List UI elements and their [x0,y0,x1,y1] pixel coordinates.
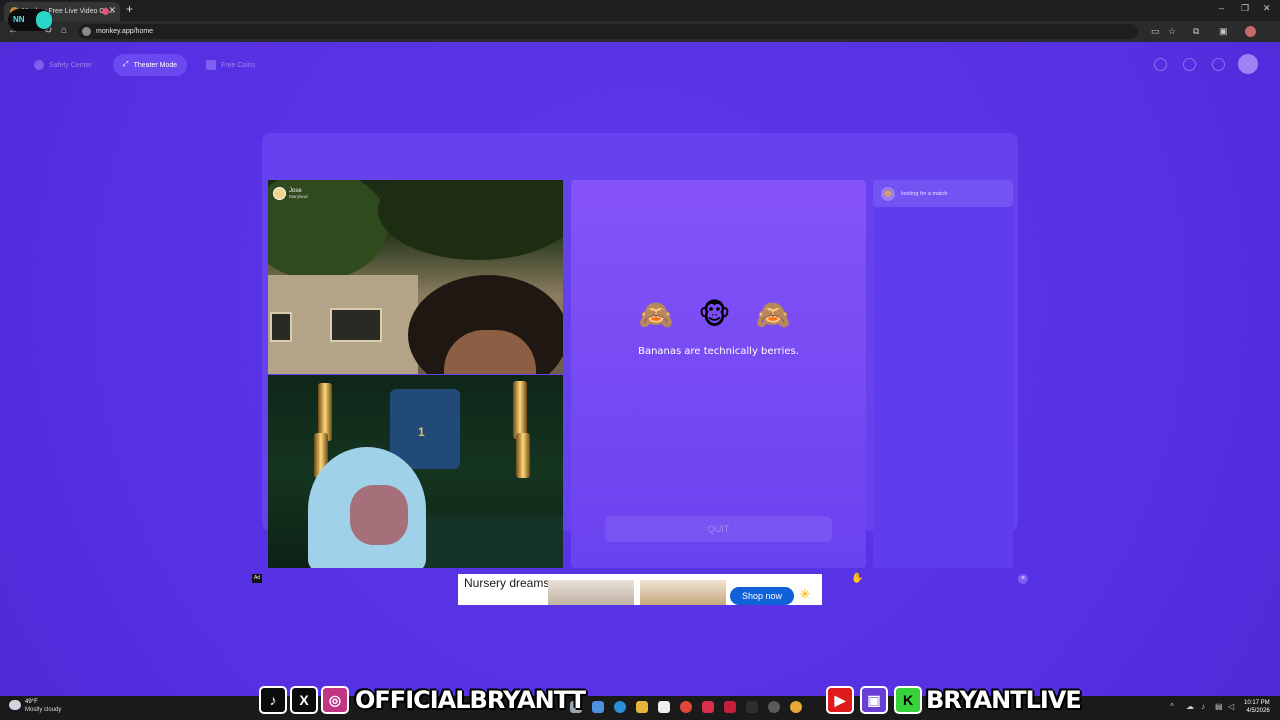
walmart-spark-icon: ✳ [799,586,811,602]
ad-product-image [640,580,726,605]
extensions-icon[interactable]: ⧉ [1193,26,1199,37]
maximize-icon[interactable]: ❐ [1241,3,1249,14]
expand-icon: ⤢ [123,61,129,68]
free-coins-button[interactable]: Free Coins [196,54,265,76]
monkey-emoji-icons: 🙈 🐵 🙈 [638,298,799,331]
tab-close-icon[interactable]: ✕ [108,5,116,16]
edge-icon[interactable] [614,701,626,713]
side-panel-icon[interactable]: ▣ [1219,26,1228,37]
framed-jersey [390,389,460,469]
mic-tray-icon[interactable]: ♪ [1201,702,1205,711]
clock-time: 10:17 PM [1244,700,1270,706]
adobe-icon[interactable] [724,701,736,713]
right-social-handle: BRYANTLIVE [926,686,1082,714]
safety-center-label: Safety Center [49,61,92,69]
minimize-icon[interactable]: – [1219,3,1224,13]
ad-badge: Ad [252,574,262,583]
home-icon[interactable]: ⌂ [61,25,67,36]
shield-icon [34,60,44,70]
url-text: monkey.app/home [96,28,154,35]
remote-video [268,180,563,374]
monkey-icon: 🐵 [881,186,895,201]
fun-fact-text: Bananas are technically berries. [638,346,799,357]
remote-user-badge: Jose Maryland [273,185,308,201]
url-field[interactable]: monkey.app/home [78,24,1138,39]
coin-icon[interactable] [1154,58,1167,71]
install-app-icon[interactable]: ▭ [1151,26,1160,37]
file-explorer-icon[interactable] [636,701,648,713]
wall-lamp [516,433,530,478]
calendar-icon[interactable] [658,701,670,713]
widgets-icon[interactable] [592,701,604,713]
building-window [270,312,292,342]
nn-logo-icon: NN [13,15,25,24]
wall-lamp [513,381,527,439]
quit-button[interactable]: QUIT [605,516,832,542]
sofa [418,515,563,568]
ad-banner[interactable]: Nursery dreams, Shop now ✳ [458,574,822,605]
shop-now-button[interactable]: Shop now [730,587,794,605]
new-tab-icon[interactable]: + [126,2,133,16]
ad-product-image [548,580,634,605]
twitch-icon: ▣ [860,686,888,714]
network-icon[interactable]: ▤ [1215,702,1223,711]
system-clock[interactable]: 10:17 PM 4/5/2026 [1244,699,1270,715]
user-avatar[interactable] [1238,54,1258,74]
left-social-handle: OFFICIALBRYANTT [355,686,586,714]
match-status-row: 🐵 looking for a match [873,180,1013,207]
chat-sidebar [873,180,1013,568]
microphone-icon [36,11,52,29]
gift-icon [206,60,216,70]
windows-taskbar: 49°F Mostly cloudy ^ ☁ ♪ ▤ ◁ 10:17 PM 4/… [0,696,1280,720]
local-video: 1 [268,375,563,568]
terminal-icon[interactable] [746,701,758,713]
hand-cursor-icon: ✋ [851,573,864,584]
address-bar-row: ← ↻ ⌂ monkey.app/home ▭ ☆ ⧉ ▣ [0,21,1280,42]
cloud-icon [9,700,21,710]
youtube-icon: ▶ [826,686,854,714]
theater-mode-label: Theater Mode [133,61,178,69]
browser-profile-avatar[interactable] [1245,26,1256,37]
tree-foliage [378,180,563,260]
app-icon[interactable] [702,701,714,713]
history-icon[interactable] [1183,58,1196,71]
safety-center-button[interactable]: Safety Center [24,54,102,76]
weather-temp: 49°F [25,699,38,705]
weather-description: Mostly cloudy [25,707,62,713]
tray-overflow-icon[interactable]: ^ [1170,702,1174,711]
building-window [330,308,382,342]
chat-icon[interactable] [1212,58,1225,71]
obs-icon[interactable] [768,701,780,713]
bookmark-star-icon[interactable]: ☆ [1168,26,1176,37]
chrome-icon[interactable] [680,701,692,713]
theater-mode-button[interactable]: ⤢ Theater Mode [113,54,188,76]
kick-icon: K [894,686,922,714]
ad-headline: Nursery dreams, [464,576,553,590]
jersey-number: 1 [418,425,425,439]
remote-user-avatar [273,186,286,200]
close-window-icon[interactable]: ✕ [1263,3,1271,14]
ad-close-button[interactable]: × [1018,574,1028,584]
chrome-canary-icon[interactable] [790,701,802,713]
tiktok-icon: ♪ [259,686,287,714]
site-info-icon[interactable] [82,27,91,36]
remote-user-location: Maryland [289,193,308,199]
match-panel: 🙈 🐵 🙈 Bananas are technically berries. Q… [571,180,866,568]
x-icon: X [290,686,318,714]
stream-overlay-logo: NN [8,9,52,31]
volume-icon[interactable]: ◁ [1228,702,1234,711]
person-face [350,485,408,545]
onedrive-icon[interactable]: ☁ [1186,702,1194,711]
browser-tab-bar: Monkey Free Live Video Ch... ✕ + – ❐ ✕ [0,0,1280,21]
clock-date: 4/5/2026 [1246,708,1270,714]
match-status-text: looking for a match [901,190,948,197]
free-coins-label: Free Coins [221,61,256,69]
instagram-icon: ◎ [321,686,349,714]
